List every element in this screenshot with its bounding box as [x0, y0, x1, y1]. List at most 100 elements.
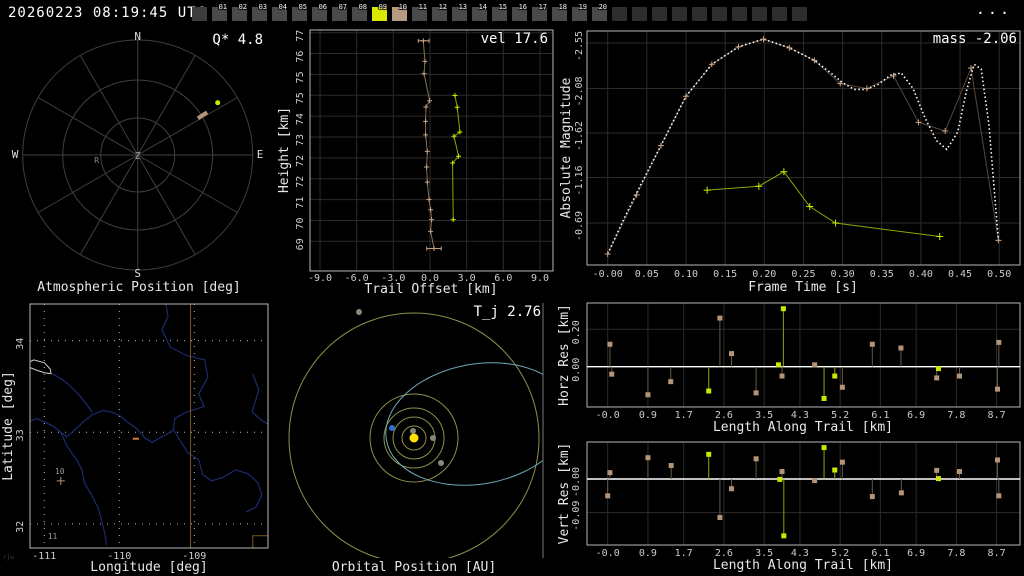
frame-square-14[interactable]: 14	[472, 3, 487, 21]
x-tick: 9.0	[531, 273, 549, 284]
y-tick: 75	[295, 71, 306, 83]
frame-square-19[interactable]: 19	[572, 3, 587, 21]
frame-square-07[interactable]: 07	[332, 3, 347, 21]
frame-square-x22[interactable]	[632, 7, 647, 21]
planet-dot	[356, 309, 362, 315]
plus-marker	[890, 72, 897, 79]
river	[161, 304, 263, 513]
plus-marker	[936, 233, 944, 241]
panel-title: T_j 2.76	[474, 304, 541, 320]
plus-marker	[423, 104, 429, 110]
frame-number: 05	[298, 3, 307, 11]
frame-number: 13	[458, 3, 467, 11]
y-tick: -1.62	[574, 121, 585, 151]
frame-square-16[interactable]: 16	[512, 3, 527, 21]
site-label: 11	[48, 532, 58, 541]
frame-square-x26[interactable]	[712, 7, 727, 21]
plus-marker	[604, 250, 611, 257]
frame-square-x24[interactable]	[672, 7, 687, 21]
frame-square-01[interactable]: 01	[212, 3, 227, 21]
x-tick: 8.7	[988, 410, 1006, 421]
frame-square-x27[interactable]	[732, 7, 747, 21]
residual-point	[775, 362, 781, 368]
x-tick: 0.15	[713, 269, 737, 280]
plots-canvas: N S E W Z R Q* 4.8 Atmospheric Position [deg] 77…	[1, 29, 1021, 575]
frame-square-05[interactable]: 05	[292, 3, 307, 21]
site-label: 10	[55, 467, 65, 476]
y-tick: -0.09	[571, 501, 582, 531]
river	[251, 373, 268, 425]
residual-point	[717, 515, 723, 521]
residual-point	[645, 392, 651, 398]
x-tick: 0.50	[987, 269, 1011, 280]
panel-vert-res: -0.00-0.09-0.0 0.9 1.7 2.6 3.5 4.3 5.2 6.1 6.9 7.…	[557, 441, 1021, 573]
orbit-inner	[288, 309, 543, 558]
plus-marker	[423, 118, 429, 124]
residual-point	[645, 455, 651, 461]
panel-light-curve: -2.55 -2.08 -1.62 -1.16 -0.69 -0.00 0.05 0.10 0.…	[559, 30, 1021, 295]
frame-square-18[interactable]: 18	[552, 3, 567, 21]
y-tick: -2.55	[574, 31, 585, 61]
y-tick: 75	[295, 92, 306, 104]
x-tick: 7.8	[947, 548, 965, 559]
x-tick: 0.9	[639, 548, 657, 559]
compass-east: E	[257, 148, 264, 161]
y-tick: 69	[295, 238, 306, 250]
plus-marker	[735, 43, 742, 50]
sun-dot	[409, 433, 419, 443]
x-tick: 6.9	[907, 548, 925, 559]
frame-square-x23[interactable]	[652, 7, 667, 21]
x-tick: 0.45	[948, 269, 972, 280]
frame-square-06[interactable]: 06	[312, 3, 327, 21]
trail-tan-line	[422, 40, 435, 249]
frame-square-x21[interactable]	[612, 7, 627, 21]
overflow-menu[interactable]: ...	[976, 0, 1012, 18]
frame-square-x0[interactable]	[192, 7, 207, 21]
frame-square-11[interactable]: 11	[412, 3, 427, 21]
frame-square-x29[interactable]	[772, 7, 787, 21]
x-tick: 6.9	[907, 410, 925, 421]
frame-square-08[interactable]: 08	[352, 3, 367, 21]
axis-title-x: Longitude [deg]	[90, 560, 207, 575]
frame-square-20[interactable]: 20	[592, 3, 607, 21]
plus-marker	[760, 36, 767, 43]
residual-point	[607, 341, 613, 347]
y-tick: 71	[295, 197, 306, 209]
frame-square-15[interactable]: 15	[492, 3, 507, 21]
frame-number: 20	[598, 3, 607, 11]
residual-point	[832, 373, 838, 379]
compass-west: W	[12, 148, 19, 161]
residual-point	[821, 445, 827, 451]
x-tick: 1.7	[675, 410, 693, 421]
plus-marker	[780, 168, 788, 176]
frame-square-13[interactable]: 13	[452, 3, 467, 21]
frame-square-x25[interactable]	[692, 7, 707, 21]
frame-number: 15	[498, 3, 507, 11]
frame-square-x28[interactable]	[752, 7, 767, 21]
axis-title-x: Orbital Position [AU]	[332, 560, 496, 575]
compass-south: S	[134, 267, 141, 280]
app-root: 20260223 08:19:45 UTC 01 02 03 04 05 06 07 08 09…	[0, 0, 1024, 576]
residual-point	[996, 493, 1002, 499]
axis-title-y: Vert Res [km]	[557, 443, 572, 545]
plus-marker	[424, 148, 430, 154]
frame-square-17[interactable]: 17	[532, 3, 547, 21]
frame-square-10[interactable]: 10	[392, 3, 407, 21]
frame-square-02[interactable]: 02	[232, 3, 247, 21]
plus-marker	[806, 203, 814, 211]
panel-title: Q* 4.8	[212, 32, 263, 48]
residual-point	[729, 486, 735, 492]
residual-point	[994, 457, 1000, 463]
frame-square-09[interactable]: 09	[372, 3, 387, 21]
lake-outline	[30, 359, 52, 375]
frame-square-12[interactable]: 12	[432, 3, 447, 21]
frame-number: 14	[478, 3, 487, 11]
plus-marker	[968, 65, 975, 72]
x-tick: -0.0	[596, 410, 620, 421]
frame-square-04[interactable]: 04	[272, 3, 287, 21]
frame-number: 01	[218, 3, 227, 11]
frame-square-x30[interactable]	[792, 7, 807, 21]
residual-point	[839, 384, 845, 390]
frame-square-03[interactable]: 03	[252, 3, 267, 21]
plus-marker	[427, 98, 433, 104]
